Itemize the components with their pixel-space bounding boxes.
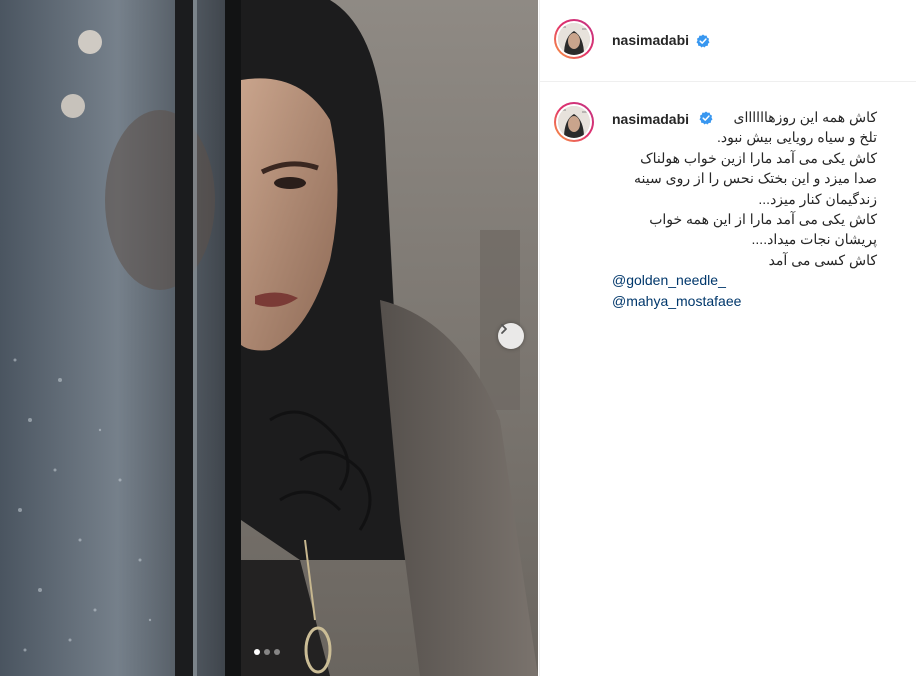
- caption-line: پریشان نجات میداد....: [751, 231, 877, 248]
- verified-badge-icon: [696, 34, 710, 48]
- avatar[interactable]: [554, 19, 594, 59]
- instagram-post: nasimadabi کاش همه این روزهاااااای تلخ و…: [0, 0, 920, 676]
- chevron-right-icon: [501, 324, 507, 334]
- caption-line: کاش یکی می آمد مارا ازین خواب هولناک: [640, 149, 877, 166]
- post-sidebar: nasimadabi کاش همه این روزهاااااای تلخ و…: [539, 0, 920, 676]
- post-header: nasimadabi: [540, 0, 916, 82]
- caption-username-link[interactable]: nasimadabi: [612, 111, 689, 127]
- caption-text: کاش همه این روزهاااااای تلخ و سیاه رویای…: [612, 107, 877, 270]
- caption-line: کاش کسی می آمد: [768, 251, 877, 268]
- caption-line: تلخ و سیاه رویایی بیش نبود.: [716, 129, 877, 146]
- caption-mentions: @golden_needle_ @mahya_mostafaee: [612, 270, 741, 312]
- photo-illustration: [0, 0, 538, 676]
- carousel-dot: [274, 649, 280, 655]
- mention-link[interactable]: @golden_needle_: [612, 270, 741, 291]
- username-link[interactable]: nasimadabi: [612, 32, 689, 48]
- verified-badge-icon: [699, 111, 713, 125]
- next-slide-button[interactable]: [498, 323, 524, 349]
- avatar-image: [558, 23, 590, 55]
- post-photo[interactable]: [0, 0, 538, 676]
- carousel-indicators: [254, 649, 280, 655]
- caption-line: کاش یکی می آمد مارا از این همه خواب: [649, 210, 877, 227]
- caption-line: زندگیمان کنار میزد...: [758, 190, 877, 207]
- carousel-dot-active: [254, 649, 260, 655]
- caption-line: صدا میزد و این بختک نحس را از روی سینه: [634, 170, 877, 187]
- avatar-image: [558, 106, 590, 138]
- caption-avatar[interactable]: [554, 102, 594, 142]
- carousel-dot: [264, 649, 270, 655]
- mention-link[interactable]: @mahya_mostafaee: [612, 291, 741, 312]
